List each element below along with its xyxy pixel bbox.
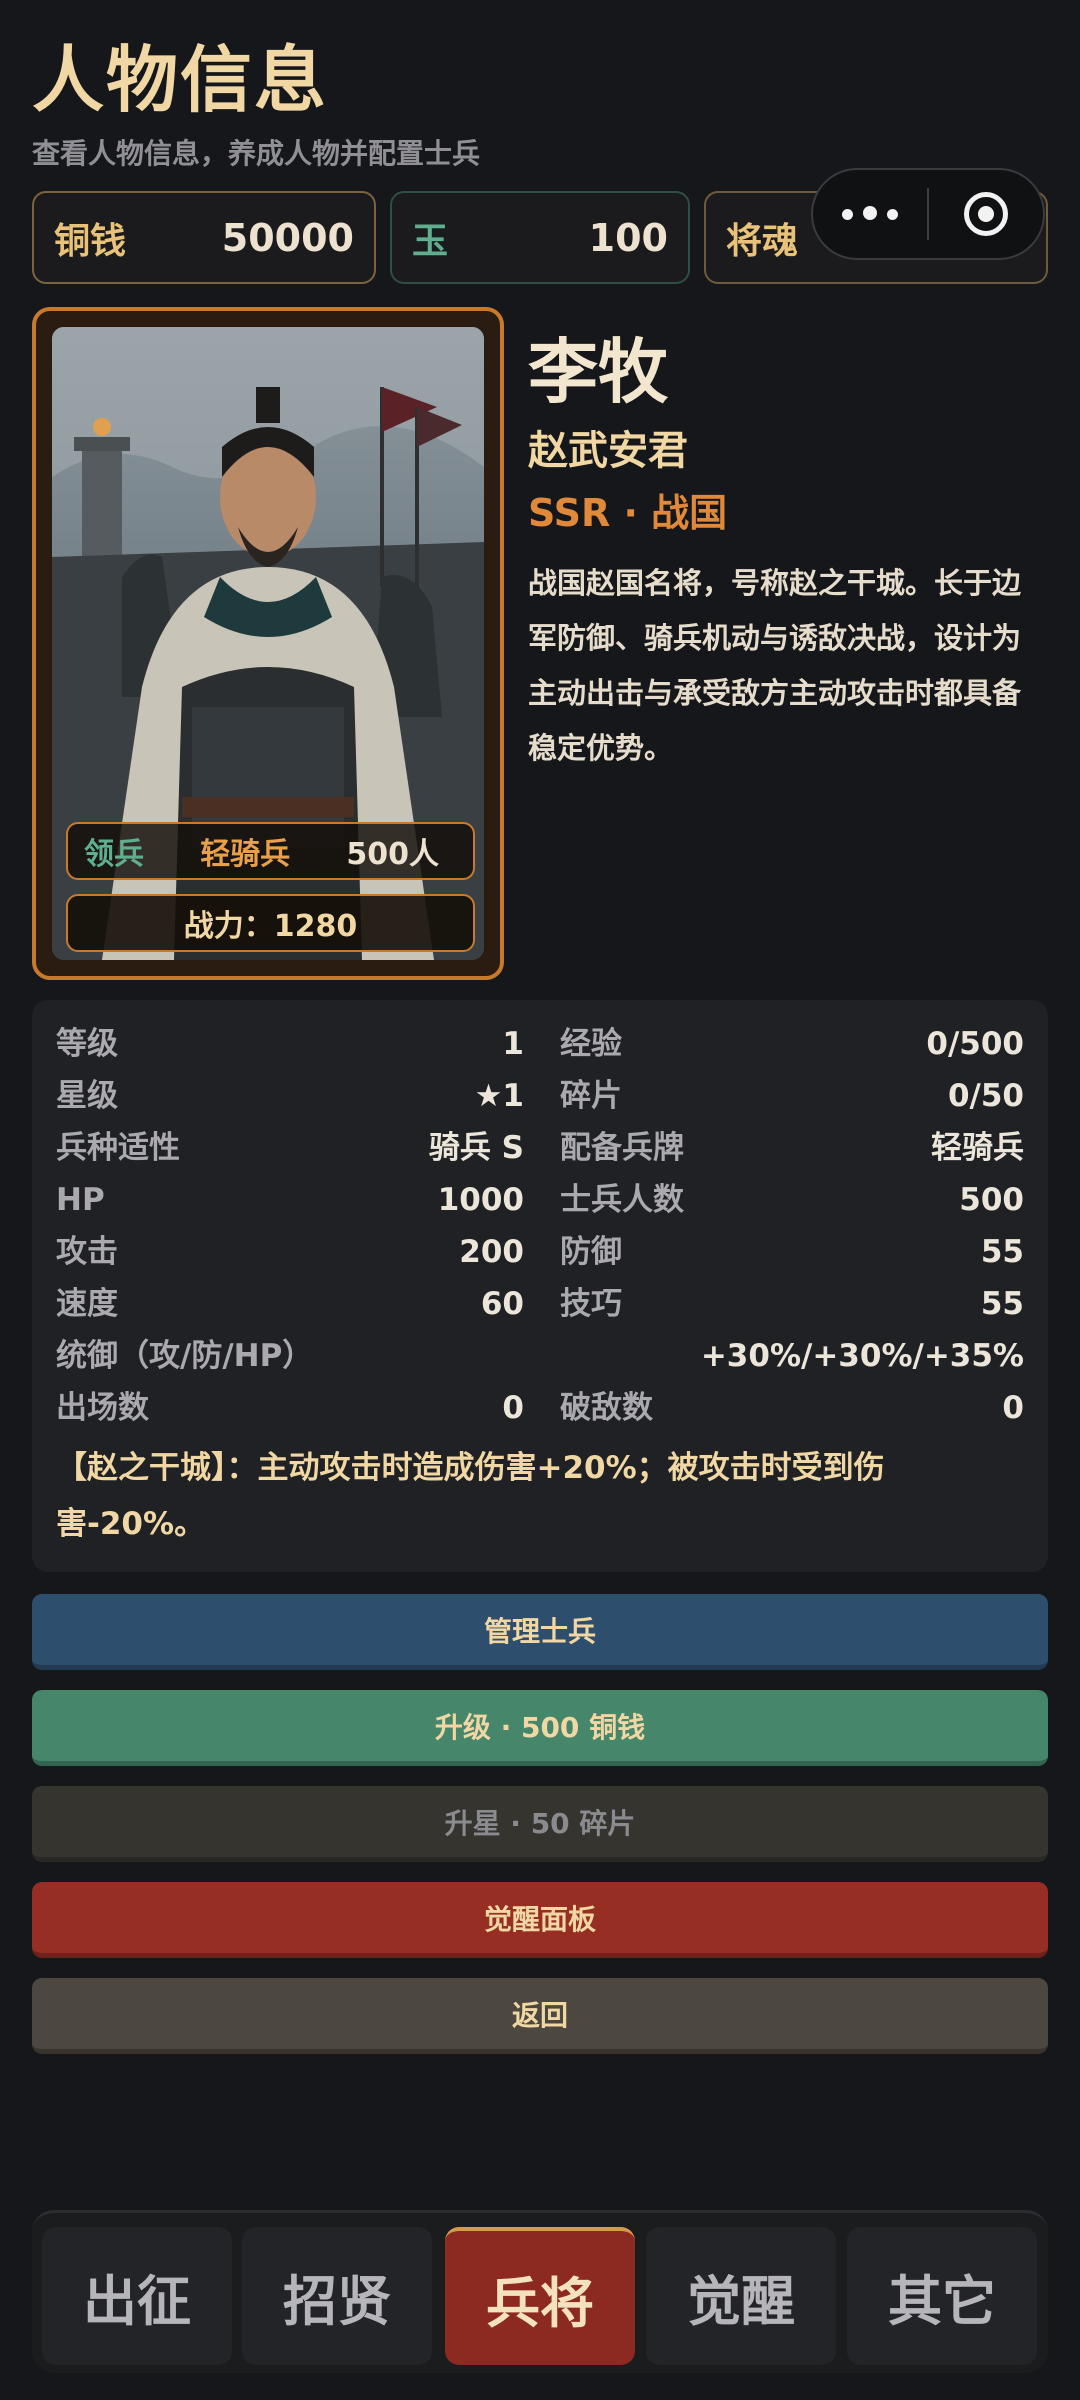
tab-recruit[interactable]: 招贤 (242, 2227, 432, 2365)
stat-attack: 攻击 200 (56, 1226, 524, 1278)
page-subtitle: 查看人物信息，养成人物并配置士兵 (32, 137, 481, 170)
stat-label: 技巧 (560, 1286, 622, 1322)
stats-panel: 等级 1 经验 0/500 星级 ★1 碎片 0/50 兵种适性 骑兵 S 配备… (32, 1000, 1048, 1572)
hero-title: 赵武安君 (528, 428, 688, 474)
stat-label: 经验 (560, 1026, 622, 1062)
bottom-tab-bar: 出征 招贤 兵将 觉醒 其它 (32, 2210, 1048, 2373)
combat-power: 战力：1280 (66, 894, 475, 952)
jade-label: 玉 (412, 220, 449, 262)
stat-soldiers: 士兵人数 500 (560, 1174, 1024, 1226)
hero-portrait-card: 领兵 轻骑兵 500人 战力：1280 (32, 307, 504, 980)
stat-value: ★1 (474, 1078, 524, 1114)
stat-label: 碎片 (560, 1078, 622, 1114)
stat-value: 1 (502, 1026, 524, 1062)
stat-label: 速度 (56, 1286, 118, 1322)
page-header: 人物信息 查看人物信息，养成人物并配置士兵 (32, 38, 480, 172)
stat-label: 配备兵牌 (560, 1130, 684, 1166)
back-button[interactable]: 返回 (32, 1978, 1048, 2054)
stat-equip-token: 配备兵牌 轻骑兵 (560, 1122, 1024, 1174)
stat-row: 统御（攻/防/HP） +30%/+30%/+35% (56, 1330, 1024, 1382)
jade-value: 100 (588, 215, 668, 260)
stat-label: 兵种适性 (56, 1130, 180, 1166)
stat-row: 速度 60 技巧 55 (56, 1278, 1024, 1330)
awaken-panel-button[interactable]: 觉醒面板 (32, 1882, 1048, 1958)
stat-battles: 出场数 0 (56, 1382, 524, 1434)
stat-defense: 防御 55 (560, 1226, 1024, 1278)
stat-value: 500 (959, 1182, 1024, 1218)
stat-kills: 破敌数 0 (560, 1382, 1024, 1434)
hero-rarity: SSR · 战国 (528, 491, 728, 535)
coin-label: 铜钱 (54, 220, 127, 262)
stat-command: 统御（攻/防/HP） +30%/+30%/+35% (56, 1330, 1024, 1382)
stat-star: 星级 ★1 (56, 1070, 524, 1122)
stat-row: 出场数 0 破敌数 0 (56, 1382, 1024, 1434)
tab-awaken[interactable]: 觉醒 (646, 2227, 836, 2365)
stat-hp: HP 1000 (56, 1174, 524, 1226)
stat-label: 等级 (56, 1026, 118, 1062)
stat-value: 200 (459, 1234, 524, 1270)
troop-count: 500人 (346, 837, 439, 872)
tab-generals[interactable]: 兵将 (445, 2227, 635, 2365)
stat-aptitude: 兵种适性 骑兵 S (56, 1122, 524, 1174)
stat-value: 0/500 (926, 1026, 1024, 1062)
stat-skill: 技巧 55 (560, 1278, 1024, 1330)
stat-level: 等级 1 (56, 1018, 524, 1070)
troop-tag: 领兵 (84, 837, 144, 872)
stat-value: 55 (980, 1286, 1024, 1322)
close-miniprogram-button[interactable] (929, 170, 1043, 258)
stat-exp: 经验 0/500 (560, 1018, 1024, 1070)
stat-value: 60 (480, 1286, 524, 1322)
troop-type: 轻骑兵 (200, 837, 291, 872)
stat-label: 破敌数 (560, 1390, 653, 1426)
stat-label: HP (56, 1182, 105, 1218)
coin-value: 50000 (221, 215, 354, 260)
stat-value: +30%/+30%/+35% (700, 1338, 1024, 1374)
stat-value: 0/50 (947, 1078, 1024, 1114)
stat-label: 攻击 (56, 1234, 118, 1270)
stat-row: HP 1000 士兵人数 500 (56, 1174, 1024, 1226)
stat-value: 轻骑兵 (931, 1130, 1024, 1166)
manage-soldiers-button[interactable]: 管理士兵 (32, 1594, 1048, 1670)
stat-row: 等级 1 经验 0/500 (56, 1018, 1024, 1070)
stat-value: 0 (502, 1390, 524, 1426)
hero-description: 战国赵国名将，号称赵之干城。长于边军防御、骑兵机动与诱敌决战，设计为主动出击与承… (528, 566, 1022, 765)
currency-coin: 铜钱 50000 (32, 191, 376, 284)
stat-label: 防御 (560, 1234, 622, 1270)
stat-row: 星级 ★1 碎片 0/50 (56, 1070, 1024, 1122)
more-dots-icon (837, 205, 903, 224)
stat-label: 出场数 (56, 1390, 149, 1426)
stat-value: 骑兵 S (428, 1130, 524, 1166)
stat-label: 星级 (56, 1078, 118, 1114)
tab-expedition[interactable]: 出征 (42, 2227, 232, 2365)
star-up-button[interactable]: 升星 · 50 碎片 (32, 1786, 1048, 1862)
stat-value: 55 (980, 1234, 1024, 1270)
miniprogram-capsule (811, 168, 1045, 260)
stat-value: 1000 (437, 1182, 524, 1218)
hero-name: 李牧 (528, 331, 668, 413)
stat-speed: 速度 60 (56, 1278, 524, 1330)
stat-label: 统御（攻/防/HP） (56, 1338, 314, 1374)
troop-info-box: 领兵 轻骑兵 500人 (66, 822, 475, 880)
soul-label: 将魂 (726, 220, 799, 262)
more-menu-button[interactable] (813, 170, 927, 258)
stat-row: 兵种适性 骑兵 S 配备兵牌 轻骑兵 (56, 1122, 1024, 1174)
target-icon (964, 192, 1008, 236)
upgrade-button[interactable]: 升级 · 500 铜钱 (32, 1690, 1048, 1766)
passive-skill-text: 【赵之干城】：主动攻击时造成伤害+20%；被攻击时受到伤害-20%。 (56, 1450, 885, 1542)
stat-label: 士兵人数 (560, 1182, 684, 1218)
stat-shards: 碎片 0/50 (560, 1070, 1024, 1122)
page-title: 人物信息 (32, 38, 329, 122)
currency-jade: 玉 100 (390, 191, 690, 284)
stat-row: 攻击 200 防御 55 (56, 1226, 1024, 1278)
tab-other[interactable]: 其它 (847, 2227, 1037, 2365)
stat-value: 0 (1002, 1390, 1024, 1426)
